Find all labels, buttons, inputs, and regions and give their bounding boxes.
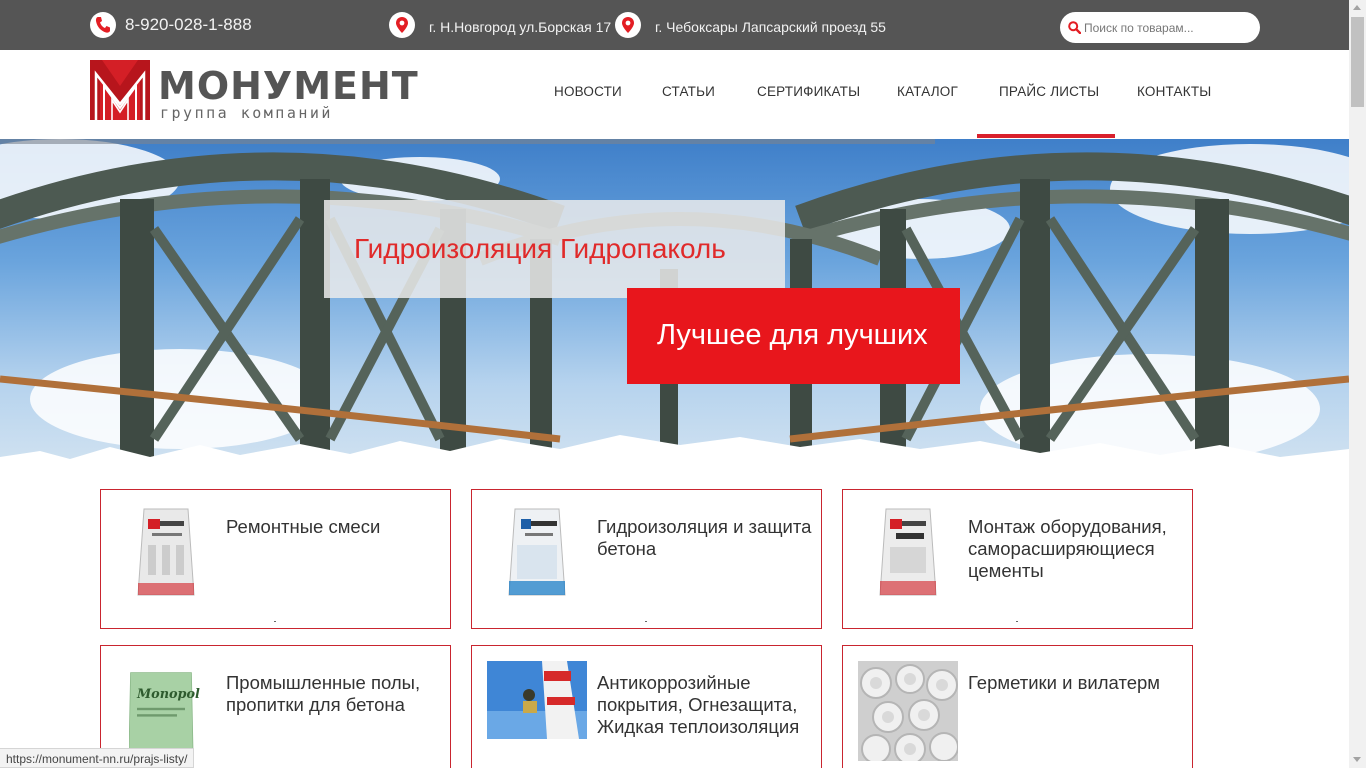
product-card-repair-mixes[interactable]: Ремонтные смеси (100, 489, 451, 629)
product-photo-image (487, 661, 587, 739)
product-card-anticorrosion[interactable]: Антикоррозийные покрытия, Огнезащита, Жи… (471, 645, 822, 768)
hero-subtitle: Лучшее для лучших (657, 319, 928, 351)
nav-item-certificates[interactable]: СЕРТИФИКАТЫ (757, 84, 860, 99)
product-bag-image (879, 508, 937, 596)
logo-wordmark: МОНУМЕНТ (158, 64, 419, 108)
logo-tagline: группа компаний (160, 104, 333, 122)
product-title[interactable]: Монтаж оборудования, саморасширяющиеся ц… (968, 516, 1188, 582)
nav-item-catalog[interactable]: КАТАЛОГ (897, 84, 958, 99)
page-scrollbar[interactable] (1349, 0, 1366, 768)
logo-mark-icon (90, 60, 150, 120)
nav-item-news[interactable]: НОВОСТИ (554, 84, 622, 99)
product-title[interactable]: Антикоррозийные покрытия, Огнезащита, Жи… (597, 672, 817, 738)
top-bar: 8-920-028-1-888 г. Н.Новгород ул.Борская… (0, 0, 1349, 50)
product-bag-image (508, 508, 566, 596)
product-title[interactable]: Промышленные полы, пропитки для бетона (226, 672, 446, 716)
nav-item-contacts[interactable]: КОНТАКТЫ (1137, 84, 1211, 99)
address-nizhny: г. Н.Новгород ул.Борская 17 (429, 19, 612, 35)
product-bag-image (137, 508, 195, 596)
hero-subtitle-box[interactable]: Лучшее для лучших (627, 288, 960, 384)
product-card-waterproofing[interactable]: Гидроизоляция и защита бетона (471, 489, 822, 629)
header-shadow (0, 139, 935, 144)
status-link-preview: https://monument-nn.ru/prajs-listy/ (0, 748, 195, 768)
hero-title-box: Гидроизоляция Гидропаколь (324, 200, 785, 298)
nav-active-indicator (977, 134, 1115, 138)
phone-number[interactable]: 8-920-028-1-888 (125, 15, 252, 35)
map-pin-icon (615, 12, 641, 38)
product-title[interactable]: Ремонтные смеси (226, 516, 446, 538)
product-bag-image: Monopol (129, 672, 200, 752)
address-cheboksary: г. Чебоксары Лапсарский проезд 55 (655, 19, 886, 35)
logo[interactable]: МОНУМЕНТ группа компаний (90, 60, 418, 122)
hero-slider[interactable]: Гидроизоляция Гидропаколь Лучшее для луч… (0, 139, 1349, 489)
card-dot (274, 621, 276, 622)
nav-item-articles[interactable]: СТАТЬИ (662, 84, 715, 99)
nav-item-price-lists[interactable]: ПРАЙС ЛИСТЫ (999, 84, 1099, 99)
product-card-sealants[interactable]: Герметики и вилатерм (842, 645, 1193, 768)
card-dot (1016, 621, 1018, 622)
product-photo-image (858, 661, 958, 761)
scroll-up-icon[interactable] (1353, 5, 1361, 10)
search-input[interactable] (1084, 18, 1252, 37)
map-pin-icon (389, 12, 415, 38)
scroll-down-icon[interactable] (1353, 757, 1361, 762)
scrollbar-thumb[interactable] (1351, 17, 1364, 107)
product-title[interactable]: Герметики и вилатерм (968, 672, 1188, 694)
site-header: МОНУМЕНТ группа компаний НОВОСТИ СТАТЬИ … (0, 50, 1349, 139)
svg-text:Monopol: Monopol (136, 687, 200, 702)
hero-title: Гидроизоляция Гидропаколь (354, 233, 726, 264)
search-box[interactable] (1060, 12, 1260, 43)
phone-icon (90, 12, 116, 38)
product-card-mounting-cements[interactable]: Монтаж оборудования, саморасширяющиеся ц… (842, 489, 1193, 629)
search-icon[interactable] (1068, 21, 1081, 34)
product-title[interactable]: Гидроизоляция и защита бетона (597, 516, 817, 560)
card-dot (645, 621, 647, 622)
